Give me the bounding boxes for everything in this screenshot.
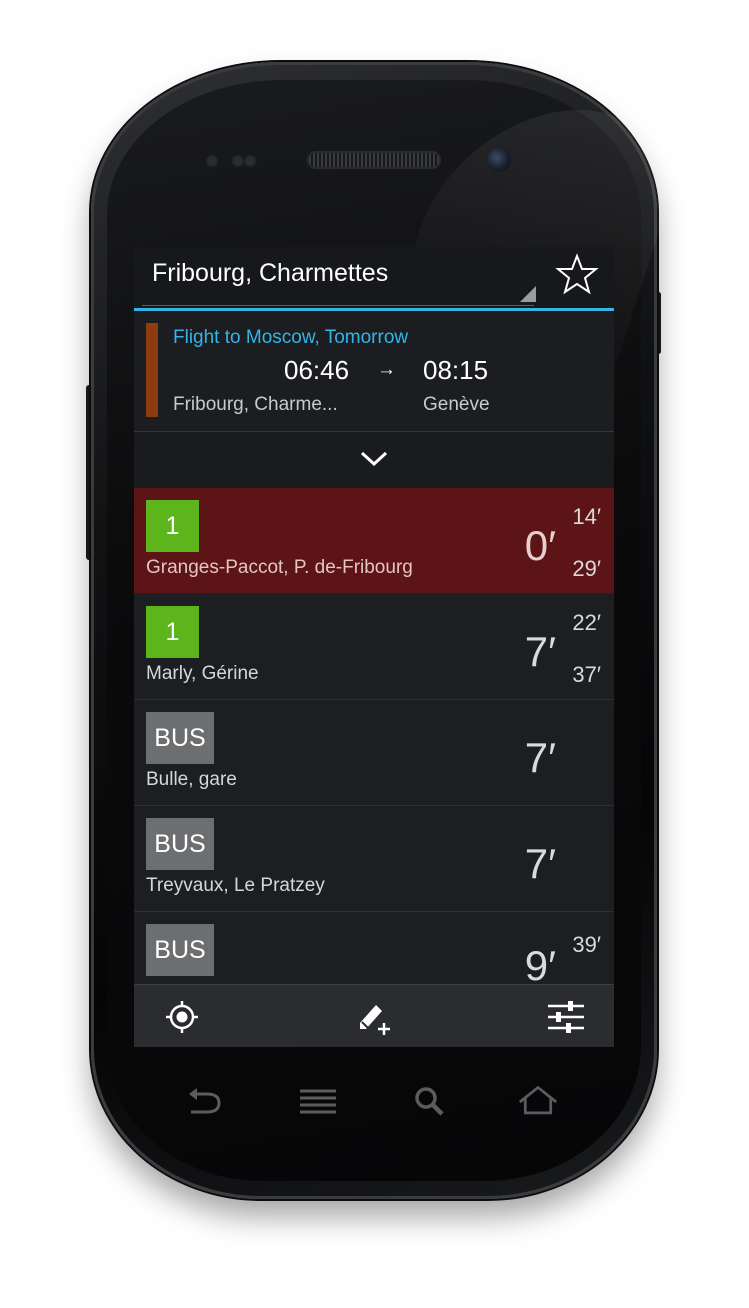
departure-row[interactable]: BUS Bulle, gare 7′ xyxy=(134,700,614,806)
expand-trips-button[interactable] xyxy=(134,432,614,488)
departure-destination: Treyvaux, Le Pratzey xyxy=(146,875,325,896)
minutes-until-departure: 7′ xyxy=(524,734,556,781)
action-bar: Fribourg, Charmettes xyxy=(134,247,614,311)
line-badge: BUS xyxy=(146,924,214,976)
hardware-nav-bar xyxy=(160,1082,590,1122)
departure-row[interactable]: 1 Granges-Paccot, P. de-Fribourg 0′ 14′ … xyxy=(134,488,614,594)
light-sensor-2 xyxy=(243,154,257,168)
minutes-until-departure: 9′ xyxy=(524,942,556,989)
back-icon[interactable] xyxy=(185,1082,225,1122)
line-badge: 1 xyxy=(146,500,199,552)
front-camera xyxy=(487,148,511,172)
minutes-until-departure: 0′ xyxy=(524,522,556,569)
station-selector[interactable]: Fribourg, Charmettes xyxy=(152,259,388,288)
departure-row[interactable]: BUS Treyvaux, Le Pratzey 7′ xyxy=(134,806,614,912)
trip-destination: Genève xyxy=(423,394,490,415)
location-target-icon[interactable] xyxy=(164,999,200,1035)
trip-card[interactable]: Flight to Moscow, Tomorrow 06:46 → 08:15… xyxy=(134,311,614,432)
trip-arrival-time: 08:15 xyxy=(423,355,489,385)
trip-color-bar xyxy=(146,323,158,417)
next-departure: 39′ xyxy=(572,932,601,957)
trip-arrow: → xyxy=(377,359,396,380)
menu-icon[interactable] xyxy=(298,1082,338,1122)
app-screen: Fribourg, Charmettes Flight to Moscow, T… xyxy=(134,247,614,1047)
line-badge: 1 xyxy=(146,606,199,658)
minutes-until-departure: 7′ xyxy=(524,628,556,675)
edit-add-icon[interactable] xyxy=(356,999,392,1035)
next-departure: 22′ xyxy=(572,610,601,635)
following-departure: 29′ xyxy=(572,556,601,581)
earpiece-speaker xyxy=(309,153,439,167)
departure-destination: Bulle, gare xyxy=(146,769,237,790)
departure-row[interactable]: 1 Marly, Gérine 7′ 22′ 37′ xyxy=(134,594,614,700)
spinner-indicator-icon xyxy=(520,286,536,302)
next-departure: 14′ xyxy=(572,504,601,529)
line-badge: BUS xyxy=(146,712,214,764)
trip-departure-time: 06:46 xyxy=(284,355,350,385)
chevron-down-icon xyxy=(360,451,388,467)
departure-destination: Granges-Paccot, P. de-Fribourg xyxy=(146,557,413,578)
line-badge: BUS xyxy=(146,818,214,870)
trip-title: Flight to Moscow, Tomorrow xyxy=(173,327,409,348)
departure-destination: Marly, Gérine xyxy=(146,663,259,684)
sliders-settings-icon[interactable] xyxy=(548,999,584,1035)
station-selector-underline xyxy=(142,305,534,306)
minutes-until-departure: 7′ xyxy=(524,840,556,887)
search-icon[interactable] xyxy=(410,1082,450,1122)
proximity-sensor xyxy=(205,154,219,168)
bottom-action-bar xyxy=(134,984,614,1047)
home-icon[interactable] xyxy=(518,1082,558,1122)
trip-origin: Fribourg, Charme... xyxy=(173,394,338,415)
following-departure: 37′ xyxy=(572,662,601,687)
star-outline-icon[interactable] xyxy=(555,253,599,297)
